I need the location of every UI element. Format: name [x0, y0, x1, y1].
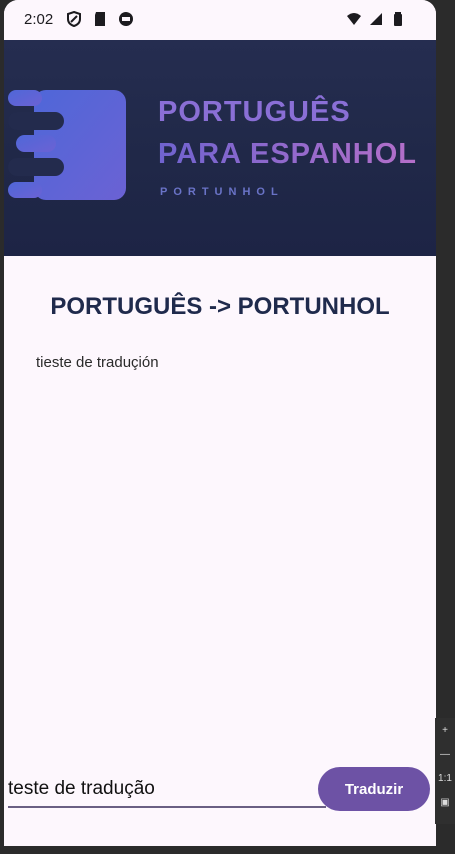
emulator-side-toolbar: + — 1:1 ▣	[435, 718, 455, 824]
status-bar: 2:02	[4, 0, 436, 40]
app-logo-icon	[8, 90, 126, 200]
actual-size-button[interactable]: 1:1	[435, 766, 455, 790]
screenshot-button[interactable]: ▣	[435, 790, 455, 814]
banner-title-line1: PORTUGUÊS	[158, 96, 351, 128]
signal-icon	[370, 13, 382, 25]
text-input-container	[8, 776, 326, 808]
banner-title-line2: PARA ESPANHOL	[158, 138, 417, 170]
status-time: 2:02	[24, 11, 54, 28]
translation-output: tieste de traduçión	[36, 354, 159, 371]
battery-icon	[394, 12, 402, 26]
shield-icon	[67, 11, 81, 27]
banner-image: PORTUGUÊS PARA ESPANHOL PORTUNHOL	[4, 40, 436, 256]
banner-subtitle: PORTUNHOL	[160, 186, 284, 198]
zoom-out-button[interactable]: —	[435, 742, 455, 766]
translate-button[interactable]: Traduzir	[318, 767, 430, 811]
wifi-icon	[347, 13, 361, 25]
sd-card-icon	[95, 12, 105, 26]
page-title: PORTUGUÊS -> PORTUNHOL	[50, 293, 390, 320]
translation-input[interactable]	[8, 776, 326, 802]
app-screen: 2:02 PORTUGUÊS PARA ESPANHOL PORTUNHOL P…	[4, 0, 436, 846]
android-icon	[119, 12, 133, 26]
zoom-in-button[interactable]: +	[435, 718, 455, 742]
